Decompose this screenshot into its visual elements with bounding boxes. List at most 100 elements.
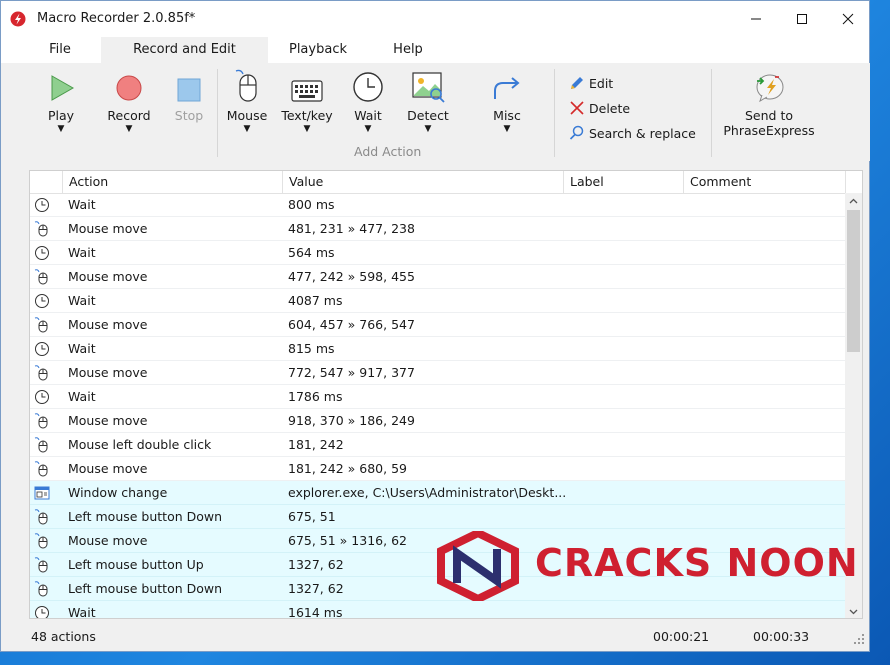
stop-icon: [177, 78, 201, 102]
tab-playback[interactable]: Playback: [281, 37, 355, 63]
row-action: Left mouse button Up: [68, 557, 204, 572]
mouse-icon: [34, 437, 48, 453]
row-action: Mouse move: [68, 413, 148, 428]
row-value: 800 ms: [288, 197, 335, 212]
row-value: explorer.exe, C:\Users\Administrator\Des…: [288, 485, 567, 500]
row-value: 4087 ms: [288, 293, 343, 308]
table-row[interactable]: Wait 1614 ms: [30, 601, 846, 618]
resize-grip-icon[interactable]: [853, 633, 865, 645]
row-value: 564 ms: [288, 245, 335, 260]
clock-icon: [35, 606, 49, 618]
wait-button[interactable]: Wait ▼: [347, 67, 389, 134]
table-row[interactable]: Wait 815 ms: [30, 337, 846, 361]
delete-button[interactable]: Delete: [569, 100, 630, 116]
action-count: 48 actions: [31, 629, 96, 644]
mouse-icon: [34, 557, 48, 573]
stop-button[interactable]: Stop: [169, 67, 209, 123]
textkey-label: Text/key: [281, 108, 333, 123]
elapsed-time: 00:00:21: [653, 629, 710, 644]
redo-arrow-icon: [494, 77, 520, 99]
chevron-down-icon: ▼: [125, 124, 133, 134]
table-row[interactable]: Window change explorer.exe, C:\Users\Admi…: [30, 481, 846, 505]
watermark: CRACKS NOON: [435, 531, 858, 601]
column-header-comment[interactable]: Comment: [684, 171, 846, 193]
search-icon: [569, 125, 584, 140]
mouse-icon: [34, 461, 48, 477]
table-row[interactable]: Wait 564 ms: [30, 241, 846, 265]
record-button[interactable]: Record ▼: [105, 67, 153, 134]
clock-icon: [353, 72, 383, 102]
keyboard-icon: [291, 80, 323, 102]
edit-label: Edit: [589, 75, 614, 91]
row-action: Left mouse button Down: [68, 509, 223, 524]
edit-button[interactable]: Edit: [569, 75, 613, 91]
clock-icon: [35, 390, 49, 404]
play-label: Play: [47, 108, 75, 123]
mouse-icon: [34, 269, 48, 285]
total-time: 00:00:33: [753, 629, 810, 644]
table-row[interactable]: Wait 800 ms: [30, 193, 846, 217]
row-value: 604, 457 » 766, 547: [288, 317, 415, 332]
detect-label: Detect: [407, 108, 449, 123]
row-action: Mouse move: [68, 533, 148, 548]
column-header-label[interactable]: Label: [564, 171, 684, 193]
minimize-button[interactable]: [733, 1, 779, 37]
row-value: 1786 ms: [288, 389, 343, 404]
column-header-action[interactable]: Action: [63, 171, 283, 193]
mouse-button[interactable]: Mouse ▼: [223, 67, 271, 134]
textkey-button[interactable]: Text/key ▼: [279, 67, 335, 134]
phraseexpress-icon: [756, 74, 784, 103]
scroll-up-button[interactable]: [845, 193, 862, 209]
detect-button[interactable]: Detect ▼: [405, 67, 451, 134]
column-header-value[interactable]: Value: [283, 171, 564, 193]
row-action: Mouse left double click: [68, 437, 212, 452]
table-row[interactable]: Mouse move 481, 231 » 477, 238: [30, 217, 846, 241]
tab-file[interactable]: File: [29, 37, 91, 63]
table-row[interactable]: Wait 4087 ms: [30, 289, 846, 313]
chevron-up-icon: [849, 198, 858, 204]
scroll-thumb[interactable]: [847, 210, 860, 352]
mouse-icon: [34, 221, 48, 237]
chevron-down-icon: ▼: [303, 124, 311, 134]
row-value: 815 ms: [288, 341, 335, 356]
delete-x-icon: [570, 101, 584, 115]
row-action: Wait: [68, 389, 96, 404]
search-replace-button[interactable]: Search & replace: [569, 125, 696, 141]
row-value: 675, 51: [288, 509, 336, 524]
chevron-down-icon: ▼: [503, 124, 511, 134]
delete-label: Delete: [589, 100, 631, 116]
row-action: Wait: [68, 293, 96, 308]
table-row[interactable]: Mouse move 918, 370 » 186, 249: [30, 409, 846, 433]
table-row[interactable]: Mouse move 604, 457 » 766, 547: [30, 313, 846, 337]
row-action: Mouse move: [68, 461, 148, 476]
misc-button[interactable]: Misc ▼: [487, 67, 527, 134]
mouse-icon: [34, 533, 48, 549]
table-row[interactable]: Left mouse button Down 675, 51: [30, 505, 846, 529]
row-action: Window change: [68, 485, 168, 500]
wait-label: Wait: [354, 108, 382, 123]
row-value: 918, 370 » 186, 249: [288, 413, 415, 428]
table-row[interactable]: Mouse left double click 181, 242: [30, 433, 846, 457]
tab-help[interactable]: Help: [385, 37, 431, 63]
ribbon-separator: [711, 69, 712, 157]
table-row[interactable]: Mouse move 772, 547 » 917, 377: [30, 361, 846, 385]
clock-icon: [35, 198, 49, 212]
play-button[interactable]: Play ▼: [39, 67, 83, 134]
status-bar: 48 actions 00:00:21 00:00:33: [21, 625, 870, 649]
title-bar[interactable]: Macro Recorder 2.0.85f*: [1, 1, 869, 37]
row-action: Mouse move: [68, 221, 148, 236]
close-button[interactable]: [825, 1, 871, 37]
row-value: 181, 242: [288, 437, 344, 452]
table-row[interactable]: Mouse move 181, 242 » 680, 59: [30, 457, 846, 481]
detect-image-icon: [412, 72, 445, 103]
chevron-down-icon: ▼: [57, 124, 65, 134]
row-action: Wait: [68, 341, 96, 356]
tab-record-and-edit[interactable]: Record and Edit: [101, 37, 268, 63]
send-to-phraseexpress-button[interactable]: Send to PhraseExpress: [721, 67, 817, 138]
column-header-icon: [30, 171, 63, 193]
maximize-button[interactable]: [779, 1, 825, 37]
mouse-icon: [34, 581, 48, 597]
table-row[interactable]: Mouse move 477, 242 » 598, 455: [30, 265, 846, 289]
scroll-down-button[interactable]: [845, 604, 862, 618]
table-row[interactable]: Wait 1786 ms: [30, 385, 846, 409]
